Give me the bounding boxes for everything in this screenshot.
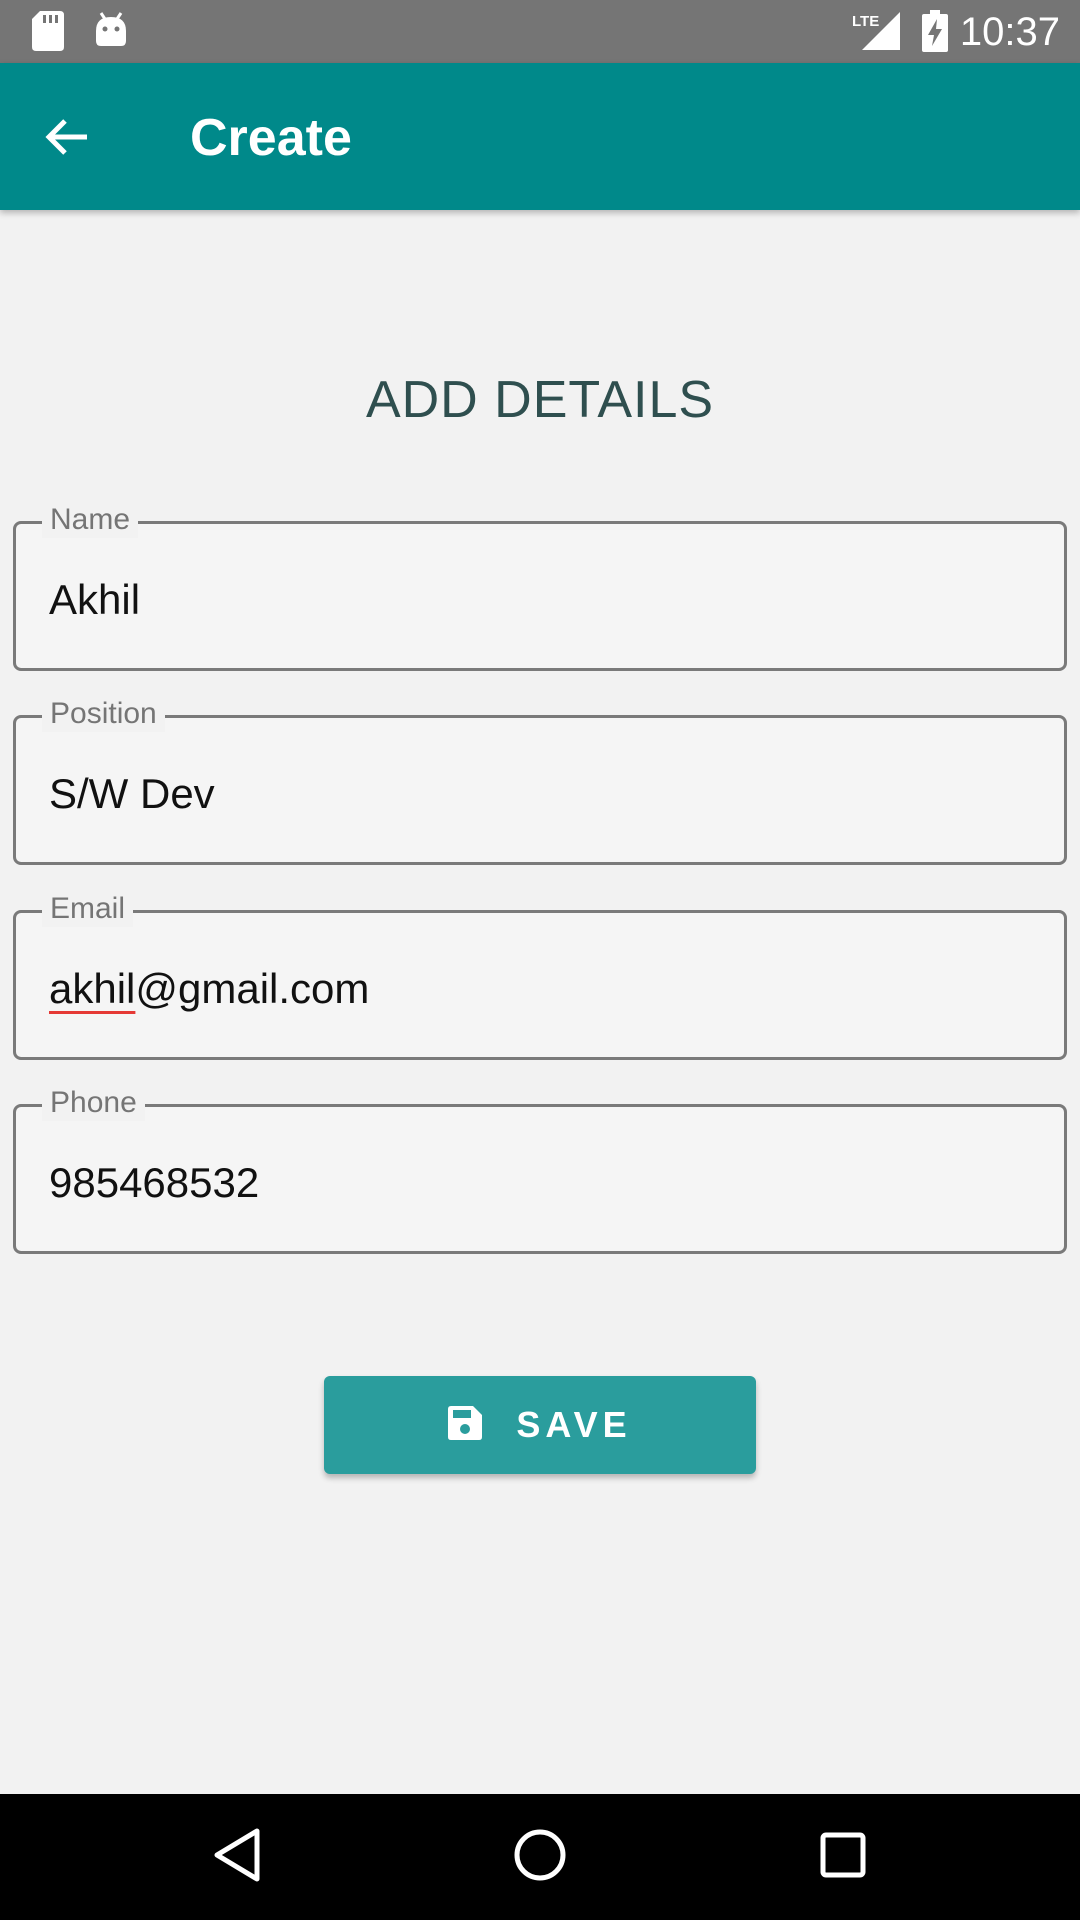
position-field-value: S/W Dev <box>49 770 215 817</box>
nav-recents-button[interactable] <box>803 1817 883 1897</box>
save-button-label: SAVE <box>516 1404 632 1445</box>
back-button[interactable] <box>27 99 107 179</box>
save-button[interactable]: SAVE <box>324 1376 756 1474</box>
nav-back-button[interactable] <box>197 1817 277 1897</box>
nav-back-icon <box>213 1828 261 1887</box>
sd-card-icon <box>32 11 64 56</box>
nav-home-icon <box>514 1829 566 1886</box>
navigation-bar <box>0 1794 1080 1920</box>
phone-field[interactable]: Phone 985468532 <box>13 1085 1067 1254</box>
status-time: 10:37 <box>959 10 1060 54</box>
position-field-label: Position <box>42 696 165 732</box>
nav-home-button[interactable] <box>500 1817 580 1897</box>
lte-signal-icon: LTE <box>852 10 902 57</box>
android-icon <box>94 11 128 52</box>
name-field-value: Akhil <box>49 576 141 623</box>
save-icon <box>448 1405 483 1445</box>
battery-charging-icon <box>922 10 948 57</box>
nav-recents-icon <box>820 1832 866 1883</box>
email-field-value-rest: @gmail.com <box>135 965 370 1012</box>
form-heading: ADD DETAILS <box>365 371 715 429</box>
page-title: Create <box>190 109 352 167</box>
name-field-label: Name <box>42 502 139 538</box>
phone-field-value: 985468532 <box>49 1159 260 1206</box>
spellcheck-misspelled-word: akhil <box>49 965 136 1012</box>
phone-field-label: Phone <box>42 1085 145 1121</box>
email-field-label: Email <box>42 891 134 927</box>
status-bar: LTE 10:37 <box>0 0 1080 63</box>
email-field-value: akhil@gmail.com <box>49 961 369 1017</box>
position-field[interactable]: Position S/W Dev <box>13 696 1067 865</box>
app-bar: Create <box>0 63 1080 210</box>
arrow-back-icon <box>43 113 91 166</box>
email-field[interactable]: Email akhil@gmail.com <box>13 891 1067 1060</box>
name-field[interactable]: Name Akhil <box>13 502 1067 671</box>
svg-text:LTE: LTE <box>852 13 879 30</box>
